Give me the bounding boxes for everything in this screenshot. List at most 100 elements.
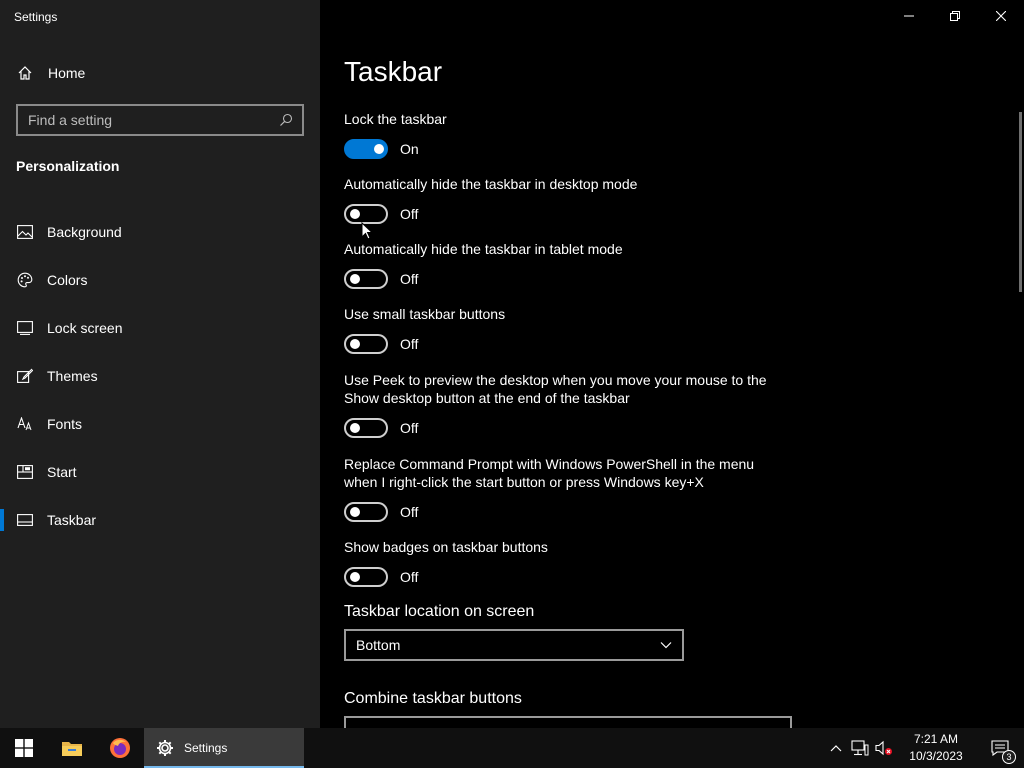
dropdown-value: Bottom: [356, 637, 401, 653]
setting-label: Show badges on taskbar buttons: [344, 539, 548, 555]
personalization-nav: Background Colors Lock screen Themes Fon…: [0, 208, 320, 544]
search-box[interactable]: [16, 104, 304, 136]
location-label: Taskbar location on screen: [344, 603, 535, 620]
home-nav-item[interactable]: Home: [16, 62, 85, 84]
firefox-icon: [110, 738, 130, 758]
combine-label: Combine taskbar buttons: [344, 690, 522, 707]
sidebar: Settings Home Personalization Background…: [0, 0, 320, 728]
volume-button[interactable]: [872, 728, 896, 768]
section-title: Personalization: [16, 158, 120, 174]
active-app-label: Settings: [184, 741, 228, 755]
lock-taskbar-toggle[interactable]: [344, 139, 388, 159]
sidebar-item-themes[interactable]: Themes: [0, 352, 320, 400]
sidebar-item-label: Themes: [47, 368, 98, 384]
setting-badges: Show badges on taskbar buttons Off: [344, 538, 784, 588]
clock-time: 7:21 AM: [913, 732, 959, 746]
folder-icon: [62, 742, 82, 756]
setting-label: Use Peek to preview the desktop when you…: [344, 372, 767, 406]
small-buttons-toggle[interactable]: [344, 334, 388, 354]
badges-toggle[interactable]: [344, 567, 388, 587]
firefox-button[interactable]: [96, 728, 144, 768]
volume-muted-icon: [875, 740, 892, 756]
gear-icon: [157, 740, 173, 756]
lock-screen-icon: [16, 319, 34, 337]
sidebar-item-label: Lock screen: [47, 320, 123, 336]
setting-label: Replace Command Prompt with Windows Powe…: [344, 456, 755, 490]
image-icon: [16, 223, 34, 241]
search-input[interactable]: [28, 112, 278, 128]
toggle-state: Off: [400, 206, 419, 222]
show-hidden-icons-button[interactable]: [824, 728, 848, 768]
action-center-button[interactable]: 3: [976, 728, 1024, 768]
toggle-state: On: [400, 141, 419, 157]
palette-icon: [16, 271, 34, 289]
main-content: Taskbar Lock the taskbar On Automaticall…: [320, 0, 1024, 728]
restore-button[interactable]: [932, 0, 978, 32]
toggle-knob: [350, 572, 360, 582]
sidebar-item-label: Background: [47, 224, 122, 240]
settings-taskbar-button[interactable]: Settings: [144, 728, 304, 768]
autohide-desktop-toggle[interactable]: [344, 204, 388, 224]
setting-autohide-desktop: Automatically hide the taskbar in deskto…: [344, 175, 784, 225]
mouse-cursor-icon: [361, 222, 373, 240]
home-icon: [16, 64, 34, 82]
home-label: Home: [48, 65, 86, 81]
close-button[interactable]: [978, 0, 1024, 32]
clock[interactable]: 7:21 AM 10/3/2023: [896, 731, 976, 765]
minimize-button[interactable]: [886, 0, 932, 32]
toggle-knob: [350, 274, 360, 284]
windows-logo-icon: [15, 739, 33, 757]
toggle-state: Off: [400, 336, 419, 352]
file-explorer-button[interactable]: [48, 728, 96, 768]
sidebar-item-label: Start: [47, 464, 77, 480]
start-button[interactable]: [0, 728, 48, 768]
setting-label: Use small taskbar buttons: [344, 306, 506, 322]
sidebar-item-background[interactable]: Background: [0, 208, 320, 256]
search-icon[interactable]: [278, 112, 294, 128]
sidebar-item-start[interactable]: Start: [0, 448, 320, 496]
toggle-knob: [350, 339, 360, 349]
setting-label: Lock the taskbar: [344, 111, 447, 127]
network-button[interactable]: [848, 728, 872, 768]
page-title: Taskbar: [344, 56, 443, 87]
start-icon: [16, 463, 34, 481]
restore-icon: [950, 11, 960, 21]
font-icon: [16, 415, 34, 433]
sidebar-item-label: Taskbar: [47, 512, 97, 528]
scrollbar[interactable]: [1019, 112, 1022, 292]
sidebar-item-label: Colors: [47, 272, 88, 288]
taskbar-icon: [16, 511, 34, 529]
toggle-state: Off: [400, 271, 419, 287]
sidebar-item-colors[interactable]: Colors: [0, 256, 320, 304]
taskbar-location-dropdown[interactable]: Bottom: [344, 629, 684, 661]
app-title: Settings: [14, 10, 58, 24]
sidebar-item-lock-screen[interactable]: Lock screen: [0, 304, 320, 352]
toggle-knob: [350, 209, 360, 219]
brush-icon: [16, 367, 34, 385]
minimize-icon: [904, 15, 914, 17]
powershell-toggle[interactable]: [344, 502, 388, 522]
window-controls: [886, 0, 1024, 32]
sidebar-item-fonts[interactable]: Fonts: [0, 400, 320, 448]
peek-toggle[interactable]: [344, 418, 388, 438]
toggle-knob: [350, 423, 360, 433]
taskbar: Settings 7:21 AM 10/3/2023 3: [0, 728, 1024, 768]
notification-badge: 3: [1002, 750, 1016, 764]
toggle-knob: [350, 507, 360, 517]
sidebar-item-taskbar[interactable]: Taskbar: [0, 496, 320, 544]
toggle-state: Off: [400, 504, 419, 520]
toggle-state: Off: [400, 420, 419, 436]
autohide-tablet-toggle[interactable]: [344, 269, 388, 289]
clock-date: 10/3/2023: [909, 749, 963, 763]
toggle-state: Off: [400, 569, 419, 585]
close-icon: [996, 11, 1006, 21]
setting-peek: Use Peek to preview the desktop when you…: [344, 371, 784, 439]
sidebar-item-label: Fonts: [47, 416, 83, 432]
combine-buttons-dropdown[interactable]: [344, 716, 792, 728]
network-icon: [851, 740, 869, 756]
setting-small-buttons: Use small taskbar buttons Off: [344, 305, 784, 355]
setting-lock-taskbar: Lock the taskbar On: [344, 110, 784, 160]
chevron-down-icon: [660, 642, 672, 649]
system-tray: 7:21 AM 10/3/2023 3: [824, 728, 1024, 768]
setting-powershell: Replace Command Prompt with Windows Powe…: [344, 455, 784, 523]
